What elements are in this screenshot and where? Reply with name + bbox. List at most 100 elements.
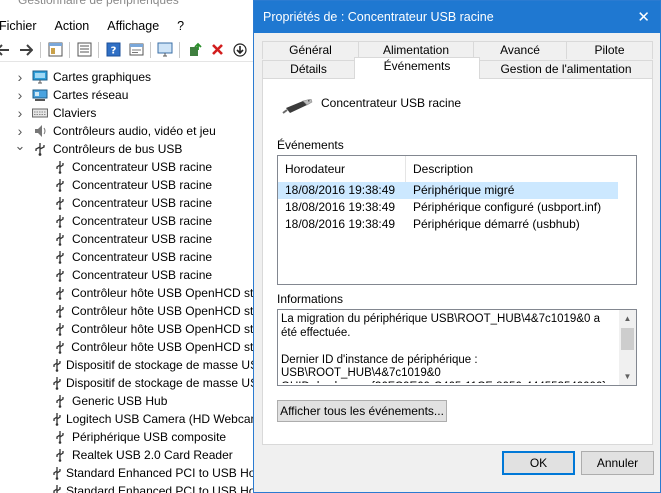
usb-device-icon [52, 196, 68, 210]
tree-device-item[interactable]: Concentrateur USB racine [0, 176, 260, 194]
usb-device-icon [52, 286, 67, 300]
tab-general[interactable]: Général [262, 41, 359, 59]
tree-device-label: Concentrateur USB racine [72, 232, 213, 246]
event-row[interactable]: 18/08/2016 19:38:49 Périphérique migré [278, 182, 618, 199]
tree-device-item[interactable]: Standard Enhanced PCI to USB Host Contro… [0, 482, 320, 493]
toolbar-divider [40, 41, 41, 58]
back-icon[interactable] [0, 41, 12, 59]
tab-strip: Général Alimentation Avancé Pilote Détai… [262, 41, 653, 81]
usb-device-icon [52, 304, 67, 318]
expand-chevron-icon[interactable]: › [14, 69, 26, 85]
tree-device-item[interactable]: Dispositif de stockage de masse USI [0, 356, 261, 374]
tree-device-item[interactable]: Logitech USB Camera (HD Webcam [0, 410, 261, 428]
tab-advanced[interactable]: Avancé [473, 41, 567, 59]
tree-device-label: Generic USB Hub [72, 394, 168, 408]
show-all-events-button[interactable]: Afficher tous les événements... [277, 400, 447, 422]
properties-sheet-icon[interactable] [46, 41, 64, 59]
download-circle-icon[interactable] [231, 41, 249, 59]
network-adapter-icon [32, 88, 48, 102]
tree-device-item[interactable]: Concentrateur USB racine [0, 248, 260, 266]
usb-device-icon [52, 250, 68, 264]
events-section-label: Événements [277, 138, 344, 152]
tree-device-label: Logitech USB Camera (HD Webcam [66, 412, 261, 426]
close-icon[interactable]: ✕ [637, 8, 650, 26]
event-timestamp: 18/08/2016 19:38:49 [285, 200, 396, 214]
tree-device-item[interactable]: Generic USB Hub [0, 392, 260, 410]
collapse-chevron-icon[interactable]: ⌄ [14, 138, 26, 154]
tree-category[interactable]: ⌄ Contrôleurs de bus USB [0, 138, 260, 158]
tree-device-label: Concentrateur USB racine [72, 214, 213, 228]
tree-device-item[interactable]: Realtek USB 2.0 Card Reader [0, 446, 260, 464]
information-scrollbar[interactable]: ▲ ▼ [619, 310, 636, 385]
display-adapter-icon [32, 70, 48, 84]
tree-device-item[interactable]: Concentrateur USB racine [0, 266, 260, 284]
tree-device-label: Concentrateur USB racine [72, 196, 213, 210]
menu-help[interactable]: ? [177, 19, 192, 33]
tree-category[interactable]: › Cartes graphiques [0, 68, 260, 86]
cancel-button[interactable]: Annuler [581, 451, 654, 475]
toolbar-divider [150, 41, 151, 58]
dialog-title: Propriétés de : Concentrateur USB racine [263, 10, 494, 24]
tab-power-management[interactable]: Gestion de l'alimentation [479, 60, 653, 78]
window-icon[interactable] [127, 41, 145, 59]
tree-device-label: Contrôleur hôte USB OpenHCD sta [71, 322, 260, 336]
forward-icon[interactable] [17, 41, 35, 59]
list-view-icon[interactable] [75, 41, 93, 59]
tree-device-item[interactable]: Contrôleur hôte USB OpenHCD sta [0, 320, 260, 338]
column-header-description[interactable]: Description [406, 156, 636, 182]
event-description: Périphérique démarré (usbhub) [413, 217, 580, 231]
tree-device-item[interactable]: Concentrateur USB racine [0, 194, 260, 212]
usb-device-icon [52, 160, 68, 174]
tree-device-item[interactable]: Standard Enhanced PCI to USB Host [0, 464, 265, 482]
event-row[interactable]: 18/08/2016 19:38:49 Périphérique démarré … [278, 216, 636, 233]
menu-file[interactable]: Fichier [0, 19, 45, 33]
tree-category-label: Cartes réseau [53, 88, 129, 102]
information-textbox[interactable]: La migration du périphérique USB\ROOT_HU… [277, 309, 637, 386]
usb-device-icon [52, 376, 62, 390]
usb-device-icon [52, 178, 68, 192]
toolbar-divider [69, 41, 70, 58]
tree-category-label: Cartes graphiques [53, 70, 152, 84]
tree-category[interactable]: › Cartes réseau [0, 86, 260, 104]
usb-device-icon [52, 268, 68, 282]
tree-device-label: Contrôleur hôte USB OpenHCD sta [71, 286, 260, 300]
information-text[interactable]: La migration du périphérique USB\ROOT_HU… [281, 313, 616, 383]
keyboard-icon [32, 106, 48, 120]
scroll-up-icon[interactable]: ▲ [619, 310, 636, 327]
tree-device-item[interactable]: Contrôleur hôte USB OpenHCD sta [0, 302, 260, 320]
information-label: Informations [277, 292, 344, 306]
menu-action[interactable]: Action [55, 19, 98, 33]
scan-monitor-icon[interactable] [156, 41, 174, 59]
tree-device-item[interactable]: Concentrateur USB racine [0, 158, 260, 176]
tree-device-label: Realtek USB 2.0 Card Reader [72, 448, 233, 462]
expand-chevron-icon[interactable]: › [14, 87, 26, 103]
tree-device-item[interactable]: Dispositif de stockage de masse USI [0, 374, 261, 392]
tree-device-item[interactable]: Contrôleur hôte USB OpenHCD sta [0, 338, 260, 356]
event-timestamp: 18/08/2016 19:38:49 [285, 183, 396, 197]
scroll-down-icon[interactable]: ▼ [619, 368, 636, 385]
expand-chevron-icon[interactable]: › [14, 105, 26, 121]
tree-device-item[interactable]: Contrôleur hôte USB OpenHCD sta [0, 284, 260, 302]
tree-device-item[interactable]: Concentrateur USB racine [0, 212, 260, 230]
ok-button[interactable]: OK [502, 451, 575, 475]
tree-category[interactable]: › Claviers [0, 104, 260, 122]
help-icon[interactable]: ? [104, 41, 122, 59]
menu-view[interactable]: Affichage [107, 19, 167, 33]
speaker-icon [32, 124, 48, 138]
events-panel: Concentrateur USB racine Événements Horo… [262, 78, 653, 445]
dialog-titlebar[interactable]: Propriétés de : Concentrateur USB racine… [254, 1, 660, 33]
tree-device-item[interactable]: Périphérique USB composite [0, 428, 260, 446]
tab-events[interactable]: Événements [354, 57, 480, 79]
tab-driver[interactable]: Pilote [566, 41, 653, 59]
uninstall-icon[interactable] [208, 41, 226, 59]
expand-chevron-icon[interactable]: › [14, 123, 26, 139]
events-table[interactable]: Horodateur Description 18/08/2016 19:38:… [277, 155, 637, 285]
update-driver-icon[interactable] [185, 41, 203, 59]
tree-device-item[interactable]: Concentrateur USB racine [0, 230, 260, 248]
tab-details[interactable]: Détails [262, 60, 355, 78]
tree-device-label: Concentrateur USB racine [72, 178, 213, 192]
column-header-timestamp[interactable]: Horodateur [278, 156, 406, 182]
tree-category[interactable]: › Contrôleurs audio, vidéo et jeu [0, 122, 260, 140]
event-row[interactable]: 18/08/2016 19:38:49 Périphérique configur… [278, 199, 636, 216]
scroll-thumb[interactable] [621, 328, 634, 350]
